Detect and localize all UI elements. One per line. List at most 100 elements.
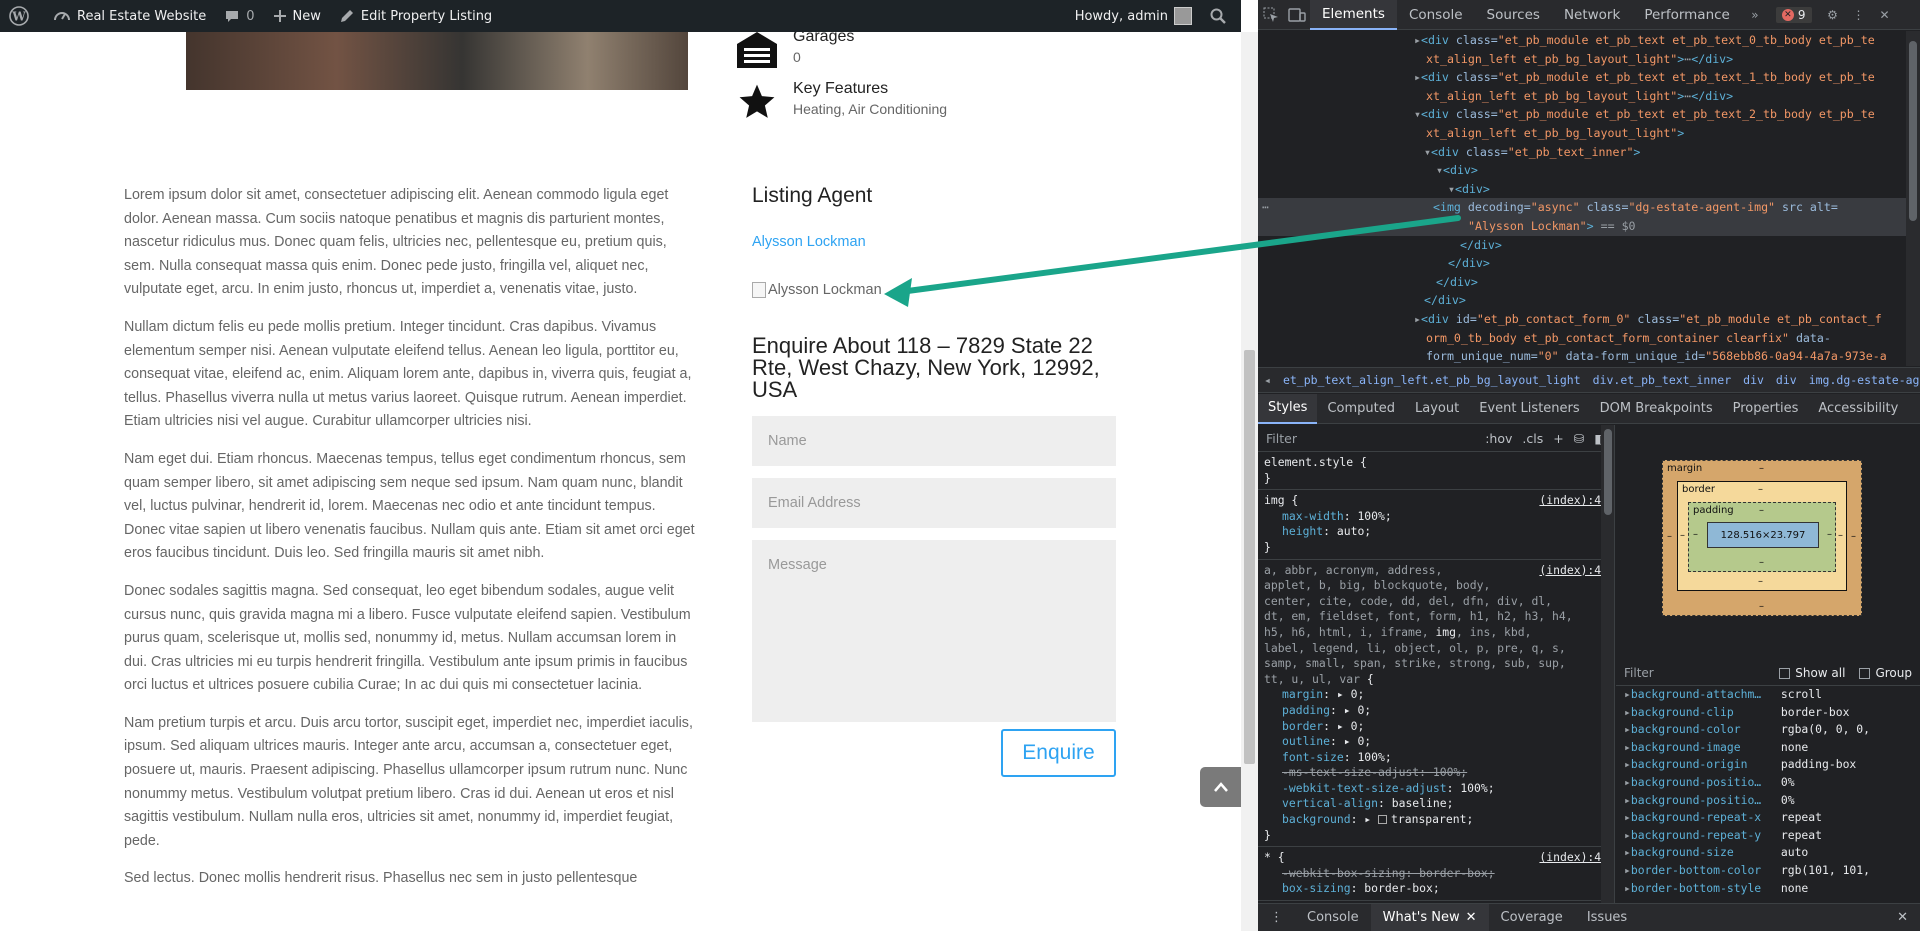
box-model-margin: margin – – – – border – – – – padding – … — [1662, 460, 1862, 616]
computed-property-row[interactable]: ▸ border-bottom-color rgb(101, 101, — [1616, 862, 1920, 880]
styles-subtabs: Styles Computed Layout Event Listeners D… — [1258, 393, 1920, 424]
computed-property-row[interactable]: ▸ background-size auto — [1616, 844, 1920, 862]
close-devtools-icon[interactable]: ✕ — [1872, 0, 1898, 30]
description-paragraph: Lorem ipsum dolor sit amet, consectetuer… — [124, 187, 669, 298]
computed-property-value: scroll — [1780, 687, 1823, 701]
expand-arrow-icon[interactable]: ▸ — [1624, 704, 1631, 722]
agent-image-alt: Alysson Lockman — [768, 282, 882, 298]
expand-arrow-icon[interactable]: ▸ — [1624, 756, 1631, 774]
agent-name-link[interactable]: Alysson Lockman — [752, 234, 866, 250]
hov-toggle[interactable]: :hov — [1485, 431, 1512, 446]
drawer-tab-console[interactable]: Console — [1295, 904, 1371, 931]
expand-arrow-icon[interactable]: ▸ — [1624, 686, 1631, 704]
breadcrumb-item[interactable]: div — [1737, 373, 1770, 387]
expand-arrow-icon[interactable]: ▸ — [1624, 844, 1631, 862]
error-count-badge[interactable]: ✕ 9 — [1775, 6, 1812, 23]
paint-icon[interactable]: ⛁ — [1574, 431, 1584, 446]
feature-title: Key Features — [793, 80, 889, 97]
more-options-icon[interactable]: ⋮ — [1846, 0, 1872, 30]
computed-property-row[interactable]: ▸ background-clip border-box — [1616, 704, 1920, 722]
edit-listing-link[interactable]: Edit Property Listing — [330, 0, 501, 32]
more-tabs-icon[interactable]: » — [1742, 0, 1768, 30]
source-link[interactable]: (index):42 — [1539, 493, 1608, 509]
padding-top-value: – — [1759, 505, 1764, 516]
drawer-tab-coverage[interactable]: Coverage — [1489, 904, 1575, 931]
computed-property-row[interactable]: ▸ background-color rgba(0, 0, 0, — [1616, 721, 1920, 739]
selected-dom-node[interactable]: ⋯ <img decoding="async" class="dg-estate-… — [1258, 198, 1920, 217]
expand-arrow-icon[interactable]: ▸ — [1624, 792, 1631, 810]
email-field[interactable]: Email Address — [752, 478, 1116, 528]
computed-filter[interactable]: Filter Show all Group — [1616, 660, 1920, 686]
dom-tree[interactable]: ▸<div class="et_pb_module et_pb_text et_… — [1258, 31, 1920, 366]
computed-property-row[interactable]: ▸ background-image none — [1616, 739, 1920, 757]
computed-property-value: none — [1780, 880, 1809, 895]
styles-pane: Filter :hov .cls + ⛁ ◧ element.style {} … — [1258, 425, 1615, 903]
tab-network[interactable]: Network — [1552, 0, 1632, 30]
back-to-top-button[interactable] — [1200, 767, 1241, 807]
computed-property-row[interactable]: ▸ background-repeat-y repeat — [1616, 827, 1920, 845]
group-checkbox[interactable]: Group — [1859, 666, 1912, 680]
drawer-menu-icon[interactable]: ⋮ — [1258, 904, 1295, 931]
tab-console[interactable]: Console — [1397, 0, 1475, 30]
tab-properties[interactable]: Properties — [1723, 394, 1809, 424]
computed-property-row[interactable]: ▸ background-positio… 0% — [1616, 792, 1920, 810]
computed-property-value: rgb(101, 101, — [1780, 862, 1871, 877]
expand-arrow-icon[interactable]: ▸ — [1624, 809, 1631, 827]
device-toolbar-icon[interactable] — [1284, 0, 1310, 30]
tab-computed[interactable]: Computed — [1317, 394, 1405, 424]
computed-property-value: border-box — [1780, 704, 1850, 719]
tab-event-listeners[interactable]: Event Listeners — [1469, 394, 1589, 424]
enquire-button[interactable]: Enquire — [1001, 729, 1116, 777]
scrollbar-thumb[interactable] — [1244, 350, 1255, 764]
expand-arrow-icon[interactable]: ▸ — [1624, 862, 1631, 880]
drawer-tab-issues[interactable]: Issues — [1575, 904, 1639, 931]
source-link[interactable]: (index):42 — [1539, 850, 1608, 866]
computed-property-row[interactable]: ▸ background-positio… 0% — [1616, 774, 1920, 792]
computed-property-row[interactable]: ▸ background-origin padding-box — [1616, 756, 1920, 774]
computed-property-row[interactable]: ▸ background-attachm… scroll — [1616, 686, 1920, 704]
description-paragraph: Nam eget dui. Etiam rhoncus. Maecenas te… — [124, 450, 695, 562]
styles-filter[interactable]: Filter :hov .cls + ⛁ ◧ — [1258, 425, 1614, 452]
scrollbar-thumb[interactable] — [1604, 429, 1612, 515]
tab-performance[interactable]: Performance — [1632, 0, 1742, 30]
scrollbar-thumb[interactable] — [1909, 41, 1917, 221]
computed-property-row[interactable]: ▸ background-repeat-x repeat — [1616, 809, 1920, 827]
admin-search-icon[interactable] — [1201, 0, 1241, 32]
breadcrumb-item[interactable]: et_pb_text_align_left.et_pb_bg_layout_li… — [1277, 373, 1587, 387]
show-all-checkbox[interactable]: Show all — [1779, 666, 1845, 680]
dom-tree-scrollbar[interactable] — [1906, 31, 1920, 366]
settings-gear-icon[interactable]: ⚙ — [1820, 0, 1846, 30]
tab-accessibility[interactable]: Accessibility — [1808, 394, 1908, 424]
new-content-link[interactable]: New — [264, 0, 330, 32]
wordpress-logo-icon[interactable]: W — [0, 0, 44, 32]
new-rule-icon[interactable]: + — [1553, 431, 1563, 446]
breadcrumb-item[interactable]: div — [1770, 373, 1803, 387]
breadcrumb-item[interactable]: img.dg-estate-agent-img — [1803, 373, 1920, 387]
edit-label: Edit Property Listing — [360, 8, 493, 24]
expand-arrow-icon[interactable]: ▸ — [1624, 774, 1631, 792]
tab-elements[interactable]: Elements — [1310, 0, 1397, 30]
padding-right-value: – — [1827, 529, 1832, 540]
inspect-element-icon[interactable] — [1258, 0, 1284, 30]
cls-toggle[interactable]: .cls — [1522, 431, 1543, 446]
name-field[interactable]: Name — [752, 416, 1116, 466]
expand-arrow-icon[interactable]: ▸ — [1624, 827, 1631, 845]
close-drawer-icon[interactable]: ✕ — [1885, 904, 1920, 931]
source-link[interactable]: (index):42 — [1539, 563, 1608, 579]
drawer-tab-whats-new[interactable]: What's New ✕ — [1370, 903, 1489, 931]
my-account-link[interactable]: Howdy, admin — [1066, 0, 1201, 32]
page-scrollbar[interactable] — [1241, 32, 1258, 931]
expand-arrow-icon[interactable]: ▸ — [1624, 880, 1631, 898]
computed-property-row[interactable]: ▸ border-bottom-style none — [1616, 880, 1920, 898]
site-name-link[interactable]: Real Estate Website — [44, 0, 215, 32]
comments-link[interactable]: 0 — [215, 0, 263, 32]
styles-scrollbar[interactable] — [1601, 425, 1614, 903]
tab-layout[interactable]: Layout — [1405, 394, 1469, 424]
message-field[interactable]: Message — [752, 540, 1116, 722]
tab-sources[interactable]: Sources — [1475, 0, 1552, 30]
tab-styles[interactable]: Styles — [1258, 393, 1318, 424]
expand-arrow-icon[interactable]: ▸ — [1624, 739, 1631, 757]
expand-arrow-icon[interactable]: ▸ — [1624, 721, 1631, 739]
tab-dom-breakpoints[interactable]: DOM Breakpoints — [1590, 394, 1723, 424]
breadcrumb-item[interactable]: div.et_pb_text_inner — [1587, 373, 1737, 387]
